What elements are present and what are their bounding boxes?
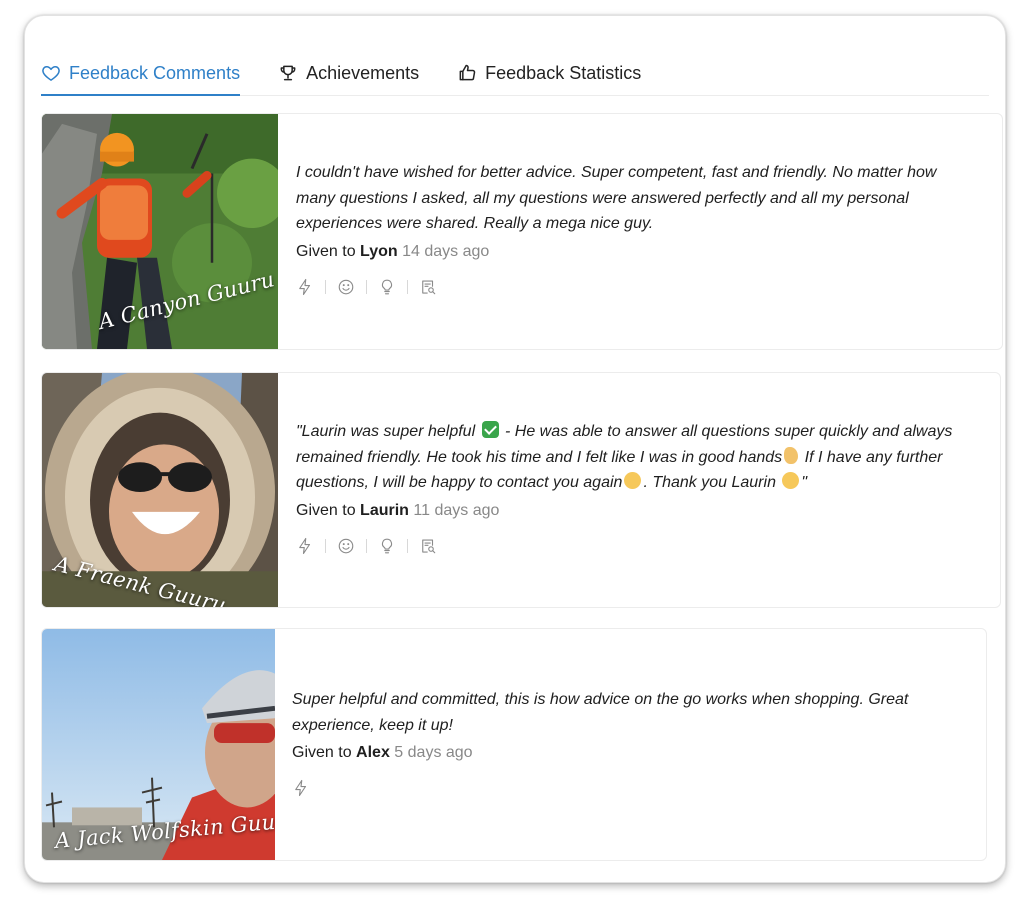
lightning-icon[interactable] [296, 537, 314, 555]
heart-icon [41, 63, 61, 83]
lightbulb-icon[interactable] [378, 278, 396, 296]
feedback-quote: I couldn't have wished for better advice… [296, 164, 937, 232]
lightning-icon[interactable] [296, 278, 314, 296]
tab-feedback-statistics[interactable]: Feedback Statistics [457, 50, 641, 94]
time-ago: 11 days ago [413, 501, 500, 519]
tab-bar: Feedback Comments Achievements Feedback … [41, 50, 989, 96]
lightning-icon[interactable] [292, 779, 310, 797]
smiling-face-emoji-icon [782, 472, 800, 489]
reaction-actions [296, 537, 976, 555]
check-mark-emoji-icon [481, 421, 499, 438]
smiling-face-emoji-icon [624, 472, 642, 489]
time-ago: 5 days ago [394, 744, 473, 761]
lightbulb-icon[interactable] [378, 537, 396, 555]
quote-text: "Laurin was super helpful [296, 423, 480, 440]
feedback-body: I couldn't have wished for better advice… [296, 114, 976, 296]
trophy-icon [278, 63, 298, 83]
given-to-line: Given to Lyon 14 days ago [296, 243, 976, 261]
given-prefix: Given to [296, 501, 356, 519]
smiley-icon[interactable] [337, 278, 355, 296]
given-prefix: Given to [296, 242, 356, 260]
divider [407, 279, 408, 294]
quote-text: " [801, 474, 808, 491]
quote-text: . Thank you Laurin [643, 474, 781, 491]
guru-photo: A Fraenk Guuru [42, 373, 278, 607]
document-search-icon[interactable] [419, 537, 437, 555]
guru-photo: A Canyon Guuru [42, 114, 278, 349]
feedback-quote: "Laurin was super helpful - He was able … [296, 419, 976, 496]
divider [325, 538, 326, 553]
tab-label: Feedback Statistics [485, 62, 642, 83]
document-search-icon[interactable] [419, 278, 437, 296]
feedback-card: A Canyon Guuru I couldn't have wished fo… [41, 113, 1003, 350]
time-ago: 14 days ago [402, 242, 490, 260]
tab-achievements[interactable]: Achievements [278, 50, 419, 94]
given-to-line: Given to Alex 5 days ago [292, 744, 972, 762]
feedback-panel: Feedback Comments Achievements Feedback … [24, 15, 1006, 883]
reaction-actions [296, 278, 976, 296]
feedback-body: Super helpful and committed, this is how… [292, 629, 972, 797]
ok-hand-emoji-icon [784, 446, 799, 464]
tab-label: Achievements [306, 62, 420, 83]
feedback-quote: Super helpful and committed, this is how… [292, 691, 909, 734]
smiley-icon[interactable] [337, 537, 355, 555]
tab-feedback-comments[interactable]: Feedback Comments [41, 50, 241, 96]
feedback-body: "Laurin was super helpful - He was able … [296, 373, 976, 555]
divider [366, 279, 367, 294]
recipient-name[interactable]: Alex [356, 744, 390, 761]
recipient-name[interactable]: Lyon [360, 243, 398, 260]
given-prefix: Given to [292, 744, 352, 761]
thumbs-up-icon [457, 63, 477, 83]
reaction-actions [292, 779, 972, 797]
feedback-card: A Jack Wolfskin Guuru Super helpful and … [41, 628, 987, 861]
recipient-name[interactable]: Laurin [360, 502, 409, 519]
tab-label: Feedback Comments [69, 62, 241, 83]
given-to-line: Given to Laurin 11 days ago [296, 502, 976, 520]
divider [407, 538, 408, 553]
divider [325, 279, 326, 294]
divider [366, 538, 367, 553]
feedback-card: A Fraenk Guuru "Laurin was super helpful… [41, 372, 1001, 608]
guru-photo: A Jack Wolfskin Guuru [42, 629, 275, 860]
